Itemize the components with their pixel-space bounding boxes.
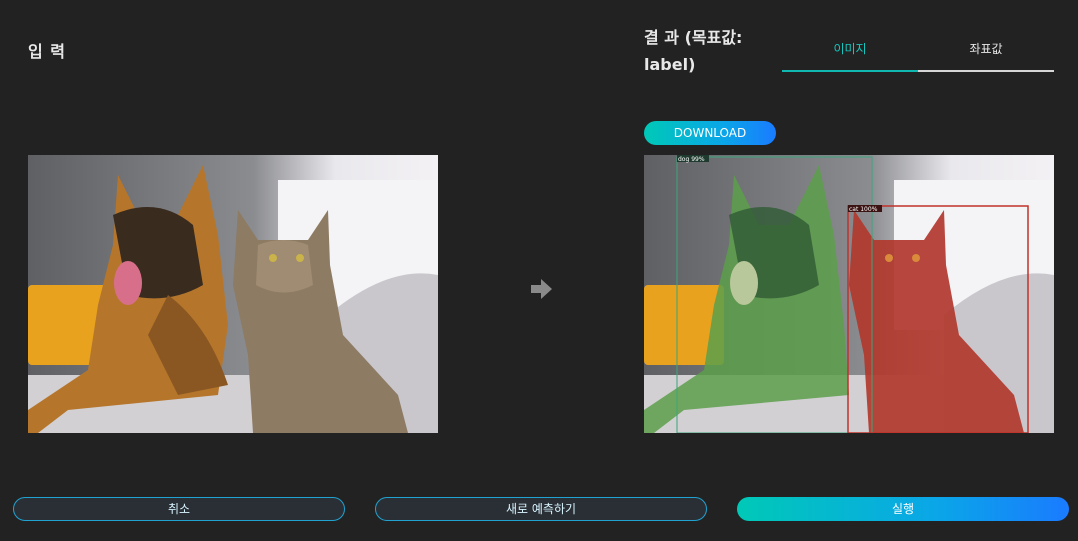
input-image <box>28 155 438 433</box>
cat-detection-label: cat 100% <box>849 206 878 213</box>
result-title: 결 과 (목표값: label) <box>644 28 743 74</box>
run-button[interactable]: 실행 <box>737 497 1069 521</box>
tab-coordinates[interactable]: 좌표값 <box>918 36 1054 70</box>
tab-image[interactable]: 이미지 <box>782 36 918 72</box>
result-tabs: 이미지 좌표값 <box>782 36 1054 72</box>
output-image: dog 99% cat 100% <box>644 155 1054 433</box>
cancel-button[interactable]: 취소 <box>13 497 345 521</box>
repredict-button[interactable]: 새로 예측하기 <box>375 497 707 521</box>
input-title: 입 력 <box>28 42 67 61</box>
download-button[interactable]: DOWNLOAD <box>644 121 776 145</box>
arrow-right-icon <box>529 277 553 305</box>
dog-detection-label: dog 99% <box>678 156 705 163</box>
